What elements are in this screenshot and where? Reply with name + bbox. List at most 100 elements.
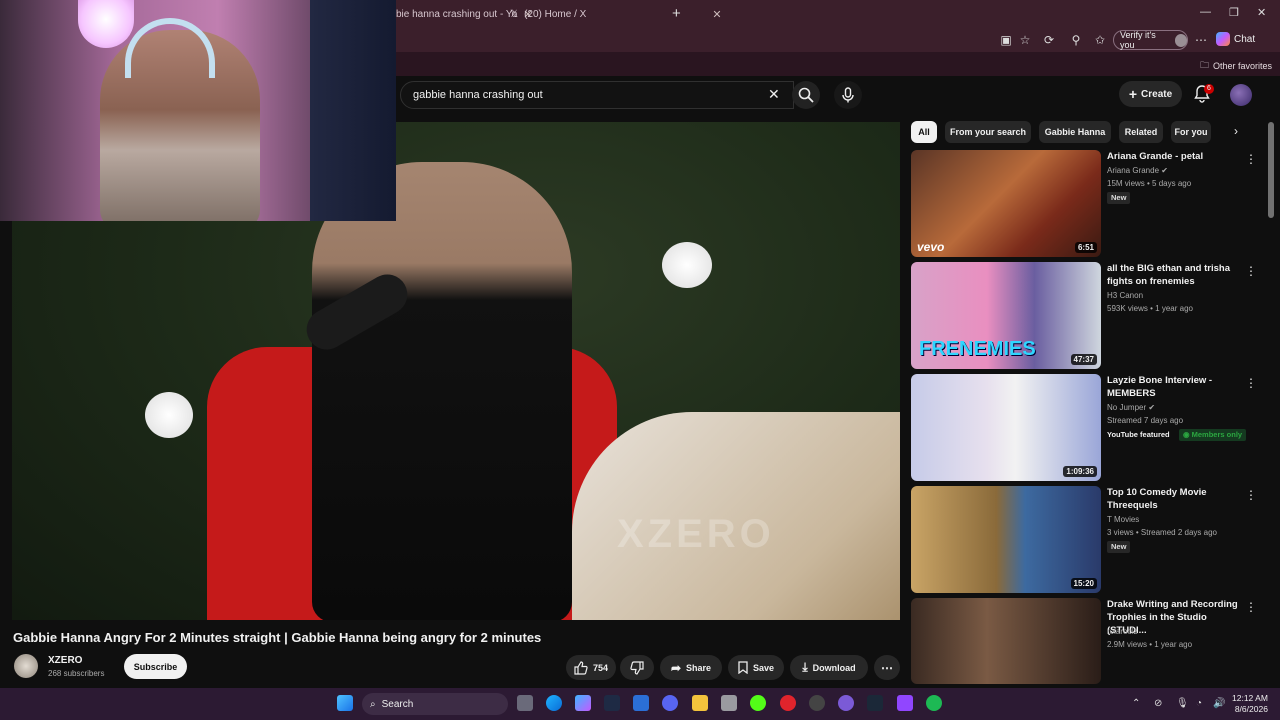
channel-name[interactable]: XZERO — [48, 655, 82, 666]
close-window-icon[interactable]: ✕ — [1257, 6, 1266, 19]
network-off-icon[interactable]: ⊘ — [1154, 698, 1162, 709]
chip-related[interactable]: Related — [1119, 121, 1163, 143]
recommended-video[interactable]: 1:09:36 Layzie Bone Interview - MEMBERS … — [911, 374, 1261, 482]
account-avatar[interactable] — [1230, 84, 1252, 106]
more-vertical-icon[interactable]: ⋮ — [1245, 600, 1257, 614]
wifi-icon[interactable]: ◔ — [1196, 698, 1202, 709]
channel-name[interactable]: Ariana Grande ✔ — [1107, 166, 1168, 175]
thumbs-down-icon — [630, 660, 644, 675]
dislike-button[interactable] — [620, 655, 654, 680]
video-meta: 593K views • 1 year ago — [1107, 304, 1193, 313]
discord-icon[interactable] — [662, 695, 678, 711]
create-button[interactable]: + Create — [1119, 81, 1182, 107]
app-icon[interactable] — [838, 695, 854, 711]
search-button[interactable] — [792, 81, 820, 109]
video-title[interactable]: Ariana Grande - petal — [1107, 150, 1245, 163]
minimize-icon[interactable]: — — [1200, 6, 1211, 18]
search-input[interactable]: gabbie hanna crashing out — [400, 81, 794, 109]
webcam-lamp — [78, 0, 134, 48]
steam-icon[interactable] — [867, 695, 883, 711]
more-vertical-icon[interactable]: ⋮ — [1245, 264, 1257, 278]
channel-name[interactable]: rolaroolz — [1107, 627, 1138, 636]
more-vertical-icon[interactable]: ⋮ — [1245, 152, 1257, 166]
kick-icon[interactable] — [750, 695, 766, 711]
copilot-icon[interactable] — [575, 695, 591, 711]
edge-browser-icon[interactable] — [546, 695, 562, 711]
recommended-video[interactable]: FRENEMIES 47:37 all the BIG ethan and tr… — [911, 262, 1261, 370]
app-icon[interactable] — [780, 695, 796, 711]
favorites-icon[interactable]: ✩ — [1092, 32, 1108, 48]
microphone-icon[interactable]: 🎙 — [1176, 698, 1189, 709]
more-vertical-icon[interactable]: ⋮ — [1245, 376, 1257, 390]
share-button[interactable]: ➦ Share — [660, 655, 722, 680]
tab-x-home[interactable]: 𝕏 (20) Home / X ✕ — [510, 4, 722, 24]
save-button[interactable]: Save — [728, 655, 784, 680]
subscribe-button[interactable]: Subscribe — [124, 654, 187, 679]
channel-name[interactable]: T Movies — [1107, 515, 1139, 524]
extensions-icon[interactable]: ⚲ — [1068, 32, 1084, 48]
volume-icon[interactable]: 🔊 — [1213, 698, 1225, 709]
channel-name[interactable]: H3 Canon — [1107, 291, 1143, 300]
chip-gabbie-hanna[interactable]: Gabbie Hanna — [1039, 121, 1111, 143]
chip-from-your-search[interactable]: From your search — [945, 121, 1031, 143]
verify-profile-button[interactable]: Verify it's you — [1113, 30, 1188, 50]
chip-for-you[interactable]: For you — [1171, 121, 1211, 143]
app-icon[interactable] — [604, 695, 620, 711]
clock-date: 8/6/2026 — [1234, 704, 1268, 714]
windows-start-icon[interactable] — [337, 695, 353, 711]
app-icon[interactable] — [721, 695, 737, 711]
twitch-icon[interactable] — [897, 695, 913, 711]
create-label: Create — [1141, 88, 1173, 100]
search-icon: ⌕ — [370, 698, 376, 710]
other-favorites[interactable]: 🗀 Other favorites — [1200, 58, 1272, 74]
clock-time: 12:12 AM — [1232, 693, 1268, 703]
like-button[interactable]: 754 — [566, 655, 616, 680]
profile-avatar — [1174, 33, 1187, 47]
subscriber-count: 268 subscribers — [48, 669, 105, 678]
close-tab-icon[interactable]: ✕ — [712, 8, 721, 21]
chevron-right-icon[interactable]: › — [1234, 124, 1238, 138]
taskbar-clock[interactable]: 12:12 AM 8/6/2026 — [1232, 693, 1268, 715]
taskbar-search-label: Search — [381, 698, 414, 710]
voice-search-button[interactable] — [834, 81, 862, 109]
video-thumbnail[interactable] — [911, 598, 1101, 684]
share-label: Share — [686, 662, 712, 673]
recommended-video[interactable]: vevo 6:51 Ariana Grande - petal Ariana G… — [911, 150, 1261, 258]
store-icon[interactable] — [633, 695, 649, 711]
taskbar-search[interactable]: ⌕ Search — [362, 693, 508, 715]
microphone-icon — [842, 87, 854, 103]
clear-search-icon[interactable]: ✕ — [768, 86, 780, 103]
restore-icon[interactable]: ❐ — [1229, 6, 1239, 19]
video-thumbnail[interactable]: vevo 6:51 — [911, 150, 1101, 257]
video-title[interactable]: Top 10 Comedy Movie Threequels — [1107, 486, 1245, 512]
file-explorer-icon[interactable] — [692, 695, 708, 711]
spotify-icon[interactable] — [926, 695, 942, 711]
obs-icon[interactable] — [809, 695, 825, 711]
more-actions-button[interactable]: ⋯ — [874, 655, 900, 680]
video-thumbnail[interactable]: FRENEMIES 47:37 — [911, 262, 1101, 369]
download-button[interactable]: ⤓ Download — [790, 655, 868, 680]
refresh-icon[interactable]: ⟳ — [1041, 32, 1057, 48]
new-tab-button[interactable]: + — [672, 5, 681, 22]
thumbs-up-icon — [574, 660, 588, 675]
copilot-chat-button[interactable]: Chat — [1216, 32, 1255, 46]
sidebar-scrollbar[interactable] — [1268, 122, 1274, 218]
video-title[interactable]: Layzie Bone Interview - MEMBERS — [1107, 374, 1245, 400]
split-screen-icon[interactable]: ▣ — [998, 32, 1014, 48]
video-thumbnail[interactable]: 15:20 — [911, 486, 1101, 593]
video-duration: 47:37 — [1070, 354, 1097, 365]
more-vertical-icon[interactable]: ⋮ — [1245, 488, 1257, 502]
recommended-video[interactable]: 15:20 Top 10 Comedy Movie Threequels T M… — [911, 486, 1261, 594]
task-view-icon[interactable] — [517, 695, 533, 711]
channel-name[interactable]: No Jumper ✔ — [1107, 403, 1155, 412]
favorite-star-icon[interactable]: ☆ — [1017, 32, 1033, 48]
more-menu-icon[interactable]: ⋯ — [1193, 32, 1209, 48]
chevron-up-icon[interactable]: ⌃ — [1132, 698, 1140, 709]
download-icon: ⤓ — [802, 660, 808, 674]
video-title[interactable]: all the BIG ethan and trisha fights on f… — [1107, 262, 1245, 288]
recommended-video[interactable]: Drake Writing and Recording Trophies in … — [911, 598, 1261, 684]
video-thumbnail[interactable]: 1:09:36 — [911, 374, 1101, 481]
chip-all[interactable]: All — [911, 121, 937, 143]
save-label: Save — [752, 662, 775, 673]
channel-avatar[interactable] — [14, 654, 38, 678]
